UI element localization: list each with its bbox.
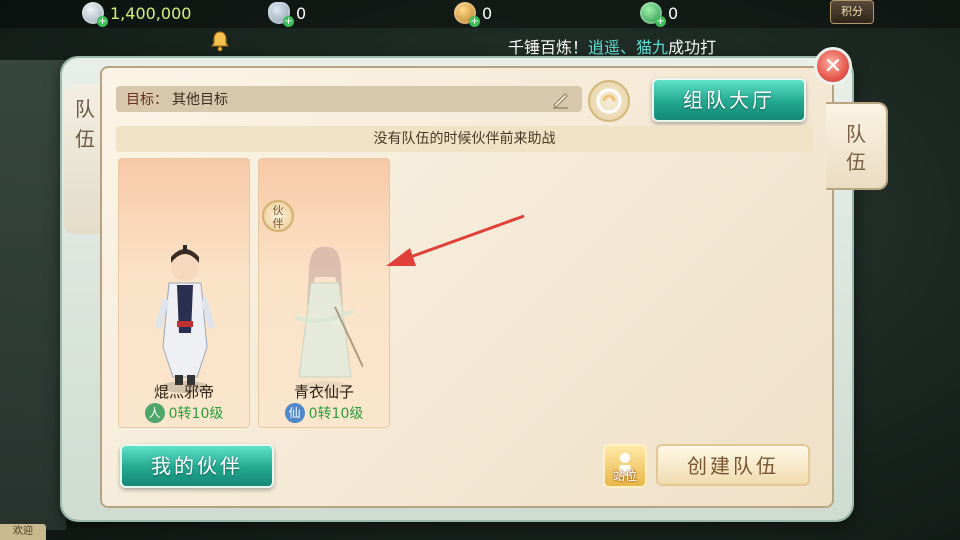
jade-icon: + <box>640 2 666 27</box>
partner-name: 青衣仙子 <box>293 383 354 401</box>
partner-badge: 伙伴 <box>262 200 294 232</box>
goal-label: 目标： <box>126 92 168 108</box>
member-name: 焜灬邪帝 <box>153 383 214 401</box>
helper-hint: 没有队伍的时候伙伴前来助战 <box>116 126 813 152</box>
silver-coin-icon: + <box>82 2 108 27</box>
left-backdrop <box>0 60 66 530</box>
points-button[interactable]: 积分 <box>830 0 874 24</box>
gold-coin-icon: + <box>454 2 480 27</box>
member-level-text: 0转10级 <box>168 406 224 422</box>
ingot-amount: 0 <box>296 3 307 23</box>
annotation-arrow-icon <box>386 214 525 266</box>
gold-amount: 0 <box>482 3 493 23</box>
partner-level: 仙 0转10级 <box>259 403 389 423</box>
tab-team-left-label: 队伍 <box>75 97 95 151</box>
silver-resource[interactable]: + 1,400,000 <box>82 2 192 27</box>
hero-portrait <box>155 245 215 393</box>
goal-selector[interactable]: 目标： 其他目标 <box>116 86 582 112</box>
goal-value: 其他目标 <box>172 92 228 108</box>
silver-amount: 1,400,000 <box>110 3 192 23</box>
bell-icon[interactable] <box>208 29 232 53</box>
member-card[interactable]: 焜灬邪帝 人 0转10级 <box>118 158 250 428</box>
swirl-icon <box>596 88 622 114</box>
partner-level-text: 0转10级 <box>308 406 364 422</box>
partner-portrait <box>294 246 363 393</box>
close-icon: ✕ <box>823 54 843 79</box>
jade-resource[interactable]: + 0 <box>640 2 679 27</box>
team-hall-button[interactable]: 组队大厅 <box>652 78 806 122</box>
tab-team-right-label: 队伍 <box>846 122 866 174</box>
create-team-button[interactable]: 创建队伍 <box>656 444 810 486</box>
close-button[interactable]: ✕ <box>814 47 852 85</box>
member-level: 人 0转10级 <box>119 403 249 423</box>
auto-match-button[interactable] <box>588 80 630 122</box>
jade-amount: 0 <box>668 3 679 23</box>
formation-label: 站位 <box>612 469 637 483</box>
ingot-resource[interactable]: + 0 <box>268 2 307 27</box>
bottom-tag: 欢迎 <box>0 524 46 540</box>
tab-team-right[interactable]: 队伍 <box>826 102 888 190</box>
sect-ren-icon: 人 <box>144 403 165 423</box>
sect-xian-icon: 仙 <box>284 403 305 423</box>
my-partners-button[interactable]: 我的伙伴 <box>120 444 274 488</box>
edit-icon[interactable] <box>550 88 572 110</box>
announcement-marquee: 千锤百炼！逍遥、猫九成功打 <box>508 38 717 56</box>
formation-button[interactable]: 站位 <box>603 444 647 488</box>
partner-card[interactable]: 青衣仙子 仙 0转10级 <box>258 158 390 428</box>
ingot-icon: + <box>268 2 294 27</box>
gold-resource[interactable]: + 0 <box>454 2 493 27</box>
